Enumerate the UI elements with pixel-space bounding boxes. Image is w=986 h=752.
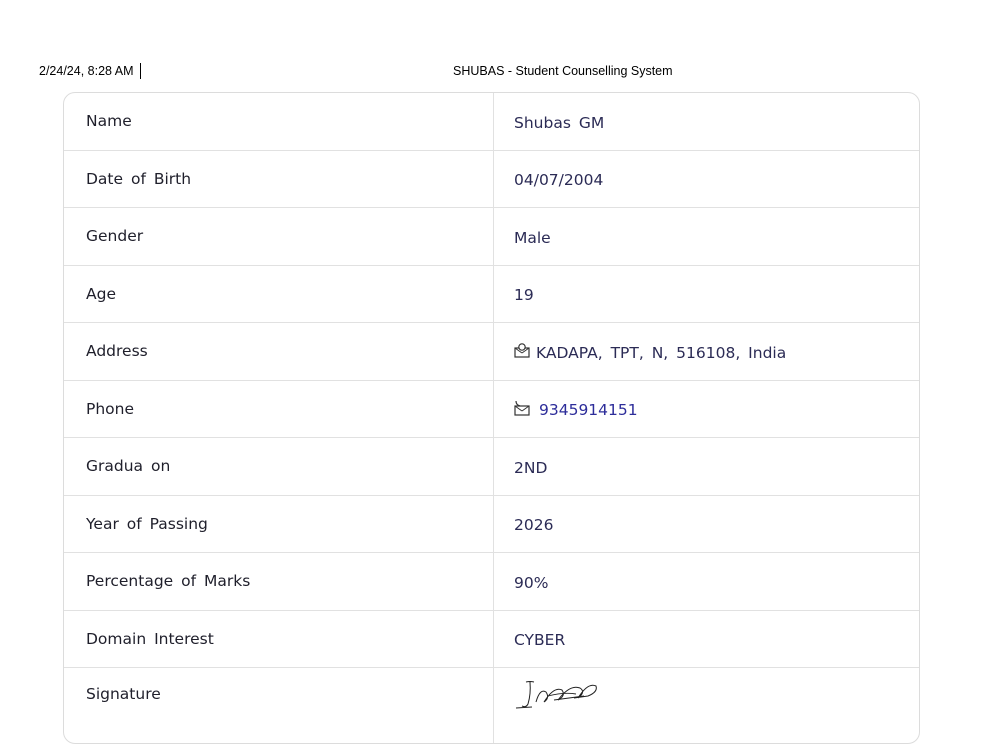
graduation-value: 2ND — [514, 458, 548, 477]
print-page-title: SHUBAS - Student Counselling System — [453, 64, 673, 78]
domain-interest-label: Domain Interest — [64, 610, 494, 667]
graduation-label: Gradua on — [64, 438, 494, 495]
table-row-phone: Phone 9345914151 — [64, 380, 919, 438]
address-value-cell: KADAPA, TPT, N, 516108, India — [494, 323, 919, 380]
age-label: Age — [64, 265, 494, 322]
phone-value-cell[interactable]: 9345914151 — [494, 381, 919, 438]
table-row-gender: Gender Male — [64, 208, 919, 266]
domain-interest-value: CYBER — [514, 631, 566, 650]
table-row-age: Age 19 — [64, 265, 919, 323]
name-label: Name — [64, 93, 494, 150]
table-row-graduation: Gradua on 2ND — [64, 438, 919, 496]
text-cursor — [140, 63, 141, 79]
year-of-passing-value: 2026 — [514, 516, 554, 535]
year-of-passing-label: Year of Passing — [64, 495, 494, 552]
signature-label: Signature — [64, 668, 494, 743]
phone-icon — [514, 400, 531, 416]
table-row-name: Name Shubas GM — [64, 93, 919, 151]
location-icon — [514, 342, 531, 359]
signature-image — [515, 681, 597, 709]
signature-value-cell — [494, 668, 919, 743]
gender-label: Gender — [64, 208, 494, 265]
phone-value[interactable]: 9345914151 — [539, 401, 638, 419]
address-label: Address — [64, 323, 494, 380]
name-value: Shubas GM — [514, 113, 605, 132]
percentage-value: 90% — [514, 573, 549, 592]
table-row-address: Address KADAPA, TPT, N, 516108, India — [64, 323, 919, 381]
phone-label: Phone — [64, 380, 494, 437]
print-header: 2/24/24, 8:28 AM SHUBAS - Student Counse… — [0, 63, 986, 81]
address-value: KADAPA, TPT, N, 516108, India — [536, 343, 787, 362]
gender-value: Male — [514, 228, 551, 247]
table-row-date-of-birth: Date of Birth 04/07/2004 — [64, 150, 919, 208]
table-row-domain-interest: Domain Interest CYBER — [64, 610, 919, 668]
date-of-birth-value: 04/07/2004 — [514, 171, 604, 190]
print-datetime: 2/24/24, 8:28 AM — [39, 64, 134, 78]
student-details-card: Name Shubas GM Date of Birth 04/07/2004 … — [63, 92, 920, 744]
table-row-signature: Signature — [64, 668, 919, 743]
date-of-birth-label: Date of Birth — [64, 150, 494, 207]
table-row-percentage: Percentage of Marks 90% — [64, 553, 919, 611]
percentage-label: Percentage of Marks — [64, 553, 494, 610]
table-row-year-of-passing: Year of Passing 2026 — [64, 495, 919, 553]
age-value: 19 — [514, 286, 534, 305]
student-details-table: Name Shubas GM Date of Birth 04/07/2004 … — [64, 93, 919, 743]
